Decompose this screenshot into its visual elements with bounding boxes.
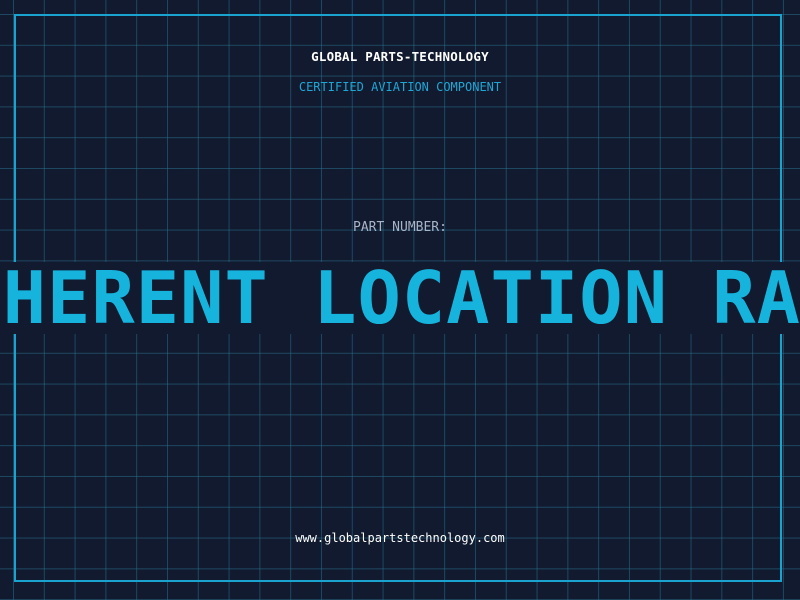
website-url: www.globalpartstechnology.com xyxy=(295,531,505,545)
part-number-scrolling-text: COHERENT LOCATION RADAR xyxy=(0,262,800,334)
grid-background: GLOBAL PARTS-TECHNOLOGY CERTIFIED AVIATI… xyxy=(0,0,800,600)
tagline: CERTIFIED AVIATION COMPONENT xyxy=(298,80,502,94)
part-number-label: PART NUMBER: xyxy=(353,220,447,235)
company-name: GLOBAL PARTS-TECHNOLOGY xyxy=(311,49,489,64)
part-number-banner: COHERENT LOCATION RADAR xyxy=(0,262,800,334)
